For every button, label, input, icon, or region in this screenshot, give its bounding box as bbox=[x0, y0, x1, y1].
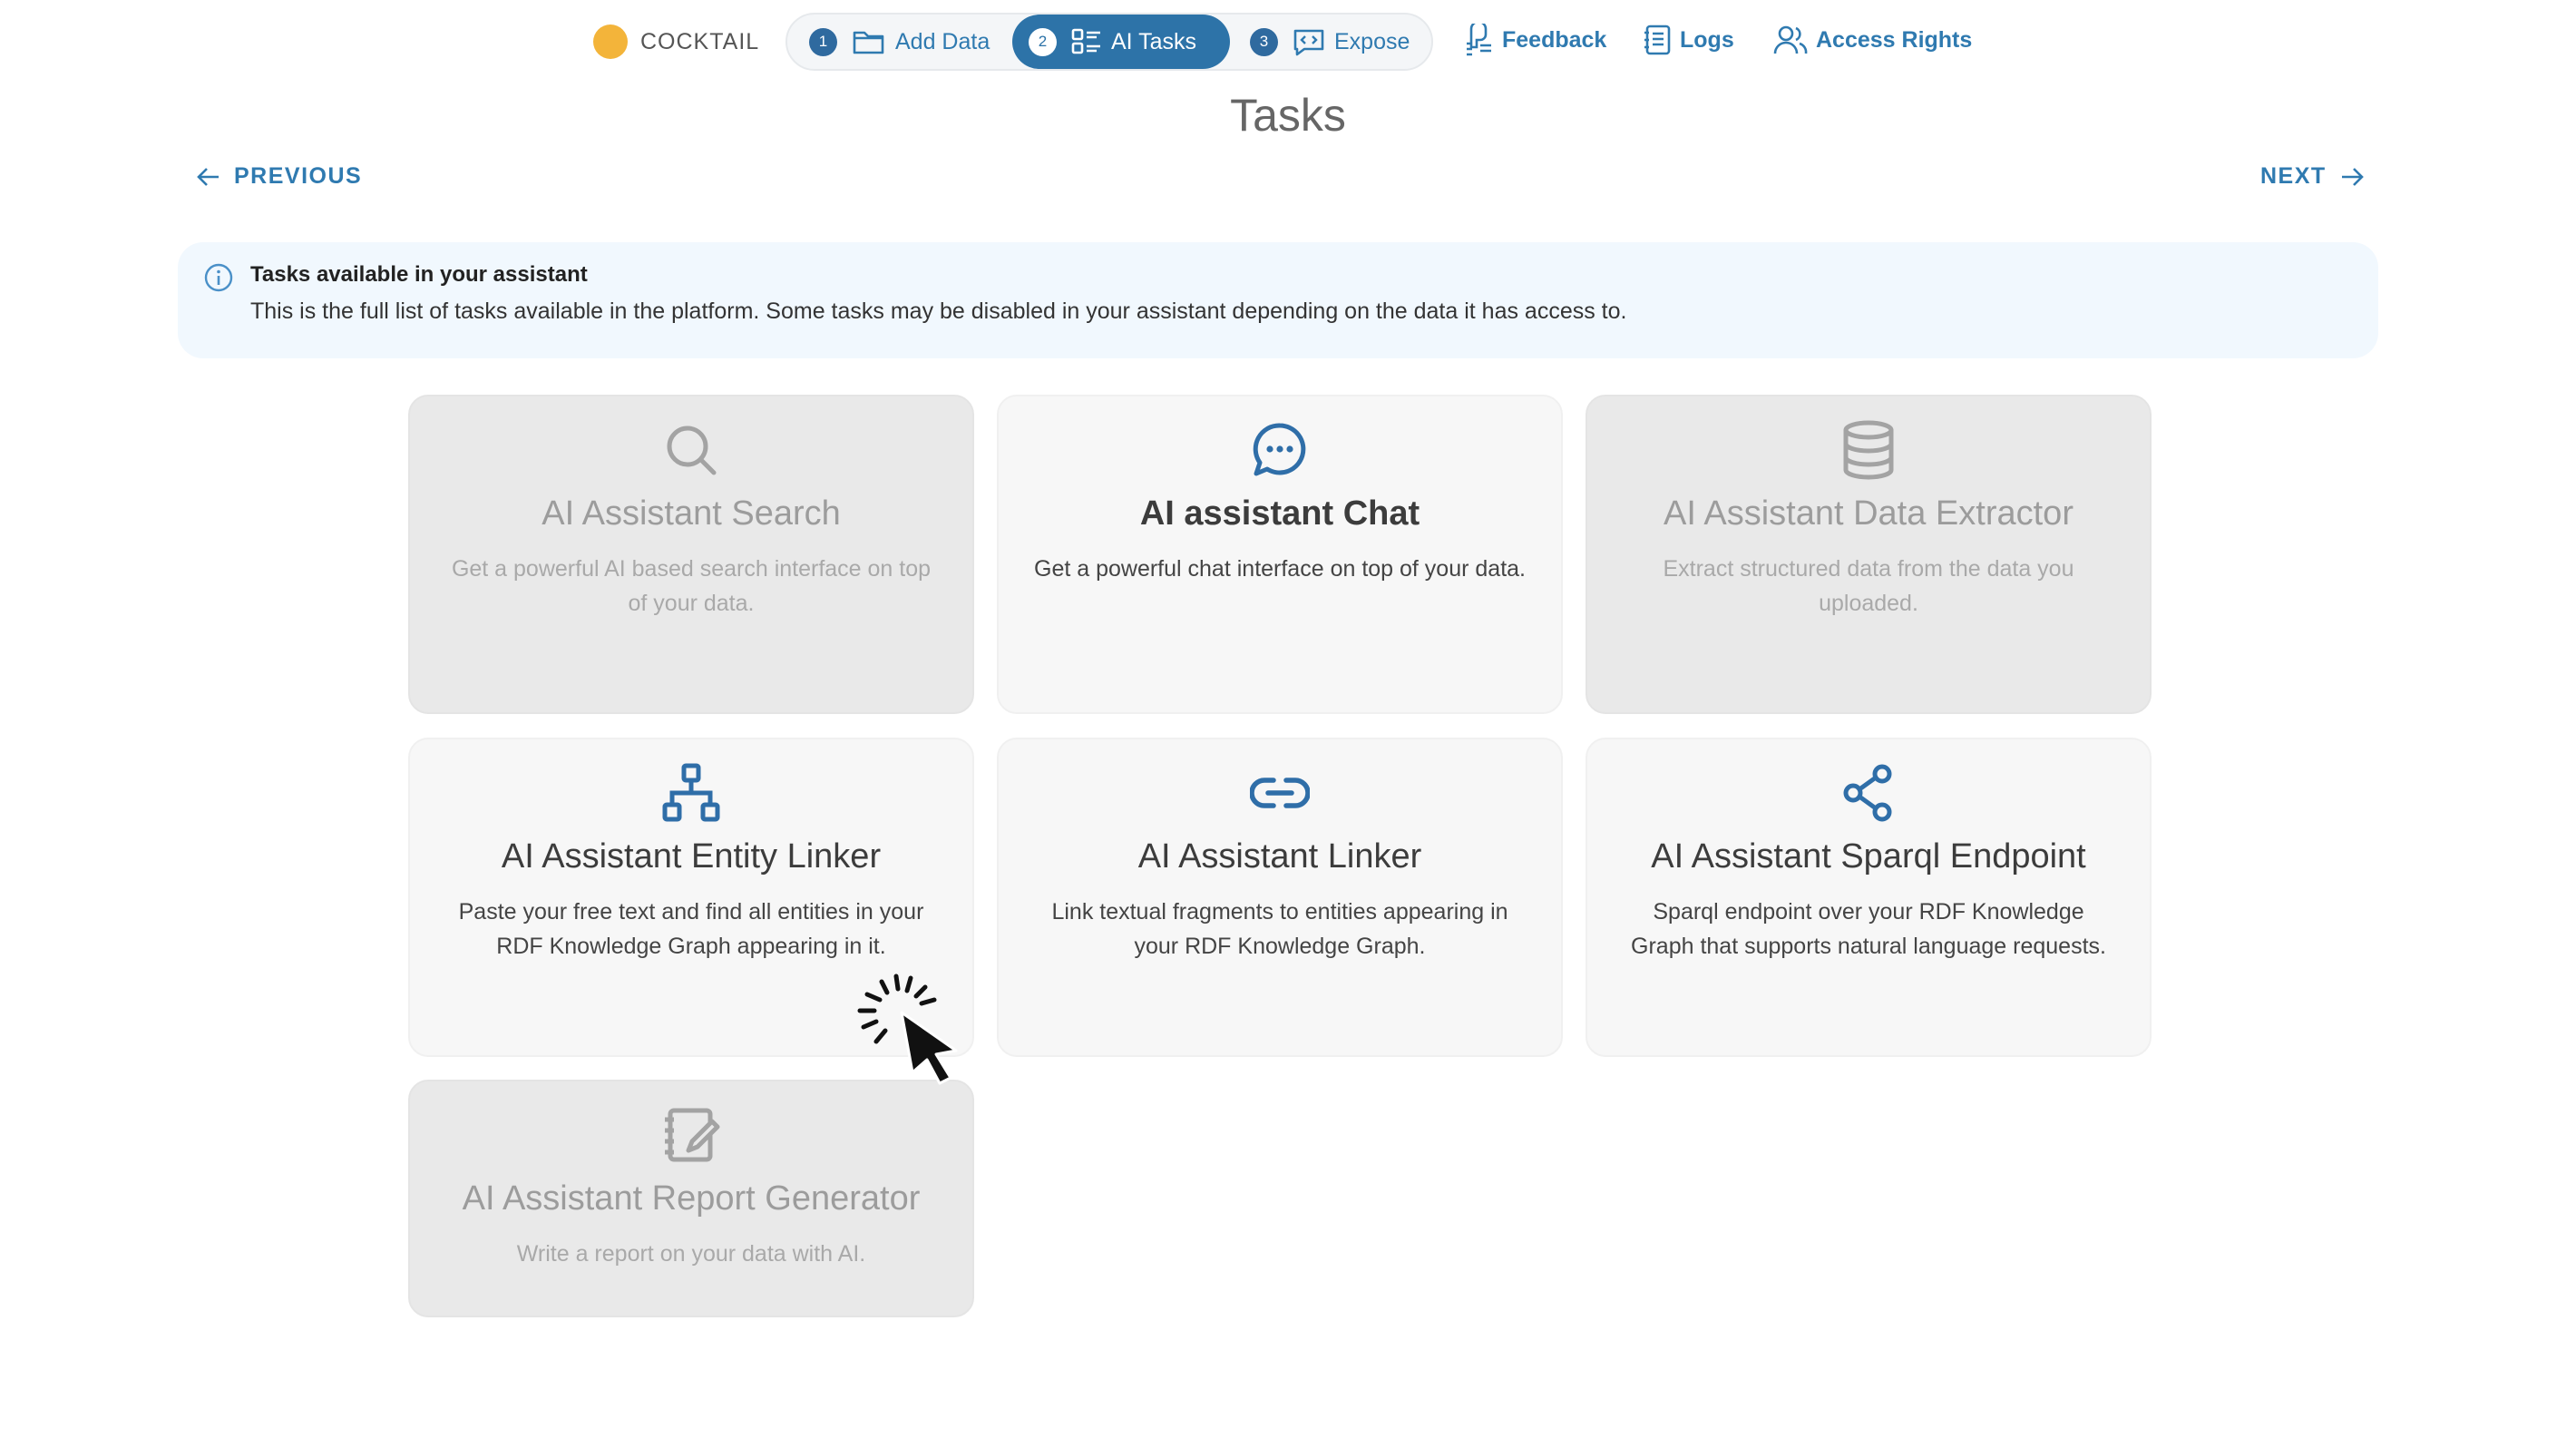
database-icon bbox=[1615, 418, 2122, 482]
card-title: AI Assistant Report Generator bbox=[462, 1179, 921, 1218]
link-icon bbox=[1026, 761, 1534, 825]
card-title: AI Assistant Linker bbox=[1137, 837, 1422, 876]
card-title: AI Assistant Data Extractor bbox=[1664, 494, 2073, 533]
card-description: Get a powerful AI based search interface… bbox=[451, 556, 932, 616]
task-card-report-generator[interactable]: AI Assistant Report Generator Write a re… bbox=[408, 1080, 974, 1317]
next-button[interactable]: NEXT bbox=[2260, 163, 2365, 190]
card-title: AI assistant Chat bbox=[1139, 494, 1420, 533]
card-description: Link textual fragments to entities appea… bbox=[1051, 899, 1508, 959]
previous-label: PREVIOUS bbox=[234, 163, 363, 189]
step-navigator: 1 Add Data 2 AI Tasks 3 Expose bbox=[785, 13, 1433, 71]
arrow-left-icon bbox=[196, 165, 221, 189]
card-description: Paste your free text and find all entiti… bbox=[458, 899, 924, 959]
info-banner: Tasks available in your assistant This i… bbox=[178, 242, 2378, 358]
info-text: This is the full list of tasks available… bbox=[250, 298, 1627, 324]
logs-link[interactable]: Logs bbox=[1644, 24, 1734, 56]
chat-bubble-icon bbox=[1026, 418, 1534, 482]
previous-button[interactable]: PREVIOUS bbox=[196, 163, 362, 190]
step-number: 2 bbox=[1029, 27, 1057, 56]
code-message-icon bbox=[1293, 27, 1325, 56]
task-card-search[interactable]: AI Assistant Search Get a powerful AI ba… bbox=[408, 395, 974, 714]
info-title: Tasks available in your assistant bbox=[250, 262, 588, 287]
task-card-sparql-endpoint[interactable]: AI Assistant Sparql Endpoint Sparql endp… bbox=[1586, 738, 2152, 1057]
click-cursor-icon bbox=[853, 971, 971, 1093]
next-label: NEXT bbox=[2260, 163, 2327, 189]
feedback-icon bbox=[1464, 24, 1495, 56]
users-icon bbox=[1772, 24, 1809, 56]
arrow-right-icon bbox=[2339, 165, 2365, 189]
task-card-chat[interactable]: AI assistant Chat Get a powerful chat in… bbox=[997, 395, 1563, 714]
notebook-edit-icon bbox=[437, 1103, 945, 1167]
info-icon bbox=[203, 262, 234, 298]
card-title: AI Assistant Sparql Endpoint bbox=[1651, 837, 2086, 876]
search-icon bbox=[437, 418, 945, 482]
card-description: Get a powerful chat interface on top of … bbox=[1034, 556, 1526, 582]
card-title: AI Assistant Entity Linker bbox=[501, 837, 882, 876]
step-number: 1 bbox=[809, 27, 837, 56]
page-title: Tasks bbox=[1230, 90, 1346, 141]
access-rights-link[interactable]: Access Rights bbox=[1772, 24, 1972, 56]
brand[interactable]: COCKTAIL bbox=[593, 24, 759, 59]
feedback-label: Feedback bbox=[1502, 26, 1607, 53]
logs-label: Logs bbox=[1680, 26, 1734, 53]
tasks-list-icon bbox=[1071, 27, 1102, 56]
card-description: Write a report on your data with AI. bbox=[516, 1241, 866, 1267]
step-label: Expose bbox=[1334, 28, 1410, 54]
folder-icon bbox=[852, 27, 886, 56]
card-description: Extract structured data from the data yo… bbox=[1663, 556, 2074, 616]
logs-icon bbox=[1644, 24, 1673, 56]
step-ai-tasks[interactable]: 2 AI Tasks bbox=[1012, 15, 1230, 69]
card-title: AI Assistant Search bbox=[542, 494, 841, 533]
step-expose[interactable]: 3 Expose bbox=[1250, 15, 1410, 69]
step-number: 3 bbox=[1250, 27, 1278, 56]
step-add-data[interactable]: 1 Add Data bbox=[809, 15, 990, 69]
card-description: Sparql endpoint over your RDF Knowledge … bbox=[1631, 899, 2106, 959]
feedback-link[interactable]: Feedback bbox=[1464, 24, 1606, 56]
top-bar: COCKTAIL 1 Add Data 2 AI Tasks 3 Expose bbox=[0, 13, 2576, 71]
task-card-data-extractor[interactable]: AI Assistant Data Extractor Extract stru… bbox=[1586, 395, 2152, 714]
brand-logo-dot bbox=[593, 24, 628, 59]
access-rights-label: Access Rights bbox=[1816, 26, 1973, 53]
hierarchy-icon bbox=[437, 761, 945, 825]
brand-name: COCKTAIL bbox=[640, 28, 760, 54]
share-icon bbox=[1615, 761, 2122, 825]
step-label: AI Tasks bbox=[1111, 28, 1197, 54]
task-card-linker[interactable]: AI Assistant Linker Link textual fragmen… bbox=[997, 738, 1563, 1057]
step-label: Add Data bbox=[895, 28, 990, 54]
